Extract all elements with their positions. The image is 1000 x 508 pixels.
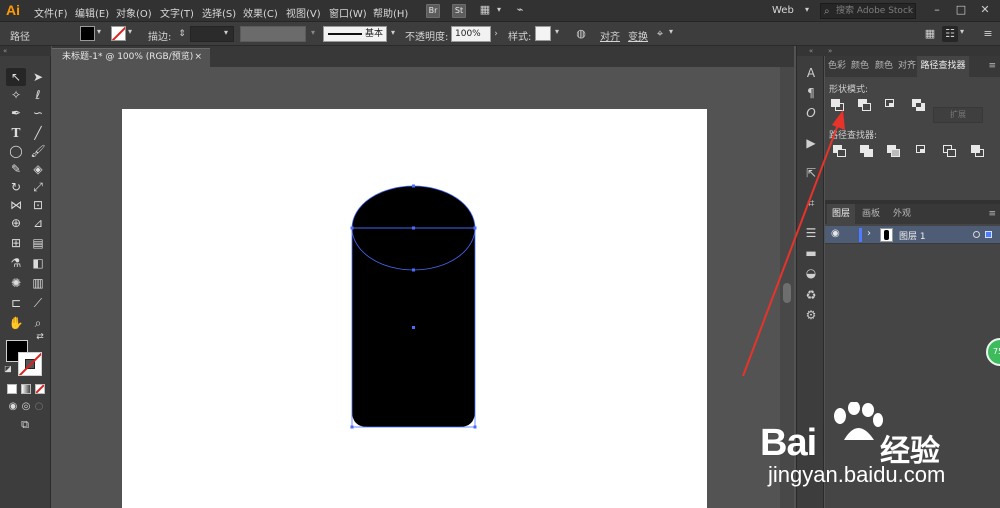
paw-logo-icon bbox=[834, 402, 883, 440]
arrow-head-icon bbox=[832, 110, 845, 130]
watermark-url: jingyan.baidu.com bbox=[768, 462, 946, 487]
red-annotation-arrow bbox=[742, 121, 840, 377]
baidu-watermark: Bai 经验 jingyan.baidu.com bbox=[760, 400, 996, 500]
watermark-bai: Bai bbox=[760, 422, 817, 464]
